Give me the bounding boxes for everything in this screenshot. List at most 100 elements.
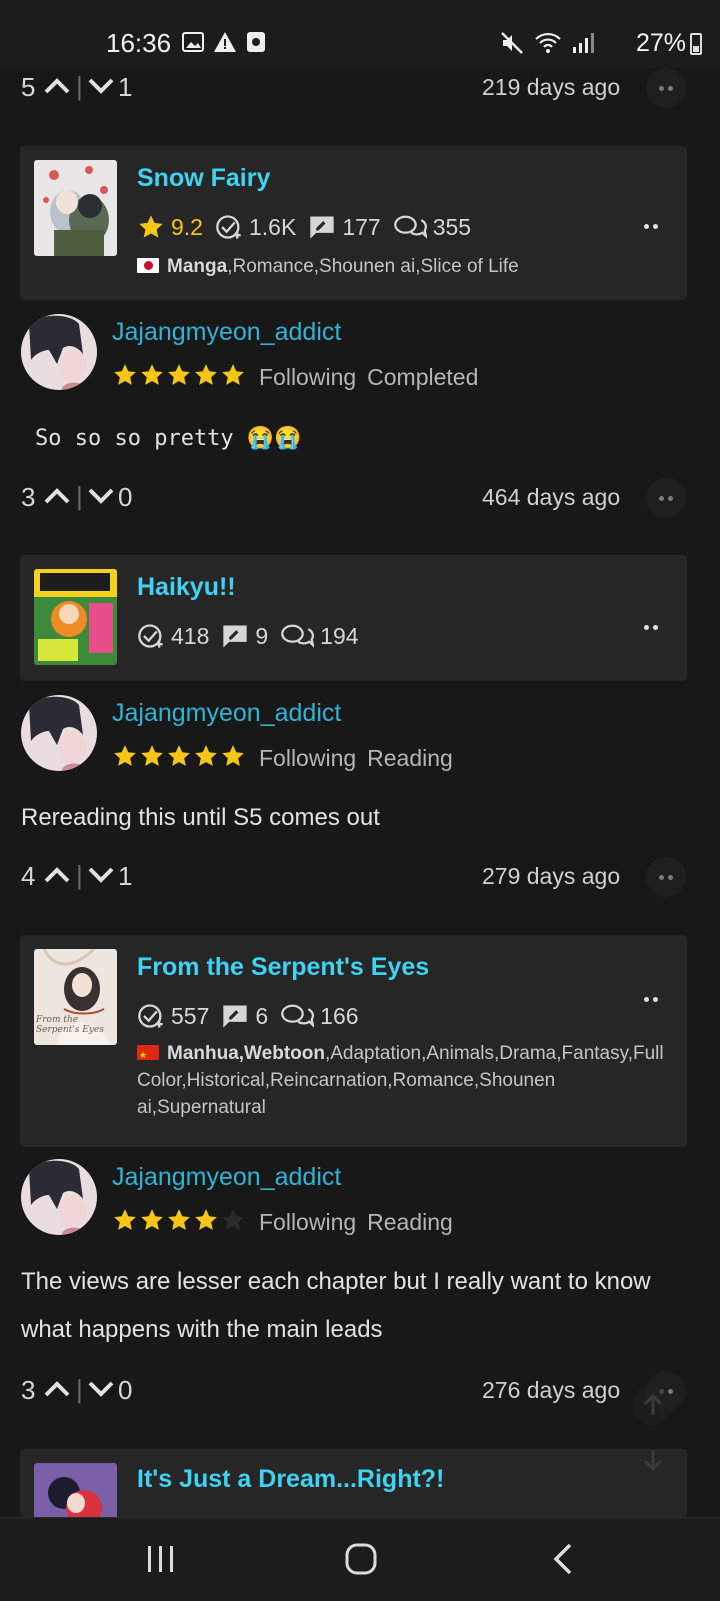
- comments-count: 166: [320, 1002, 359, 1029]
- vote-separator: |: [76, 860, 83, 890]
- read-status: Completed: [367, 364, 479, 390]
- china-flag-icon: [137, 1042, 159, 1069]
- vote-separator: |: [76, 71, 83, 101]
- follows-icon: [138, 1004, 163, 1028]
- follow-status: Following: [259, 1209, 357, 1235]
- gallery-icon: [182, 32, 204, 52]
- series-more-button[interactable]: [631, 607, 671, 647]
- status-bar: 16:36 27%: [0, 0, 720, 68]
- rating-star-icon: [139, 215, 163, 238]
- mute-icon: [501, 32, 523, 54]
- star-filled-icon: [195, 1209, 217, 1230]
- star-filled-icon: [114, 364, 136, 385]
- downvote-icon[interactable]: [87, 1377, 115, 1401]
- clock: 16:36: [106, 28, 172, 58]
- series-card[interactable]: From the Serpent's Eyes From the Serpent…: [20, 935, 687, 1147]
- upvote-icon[interactable]: [43, 484, 71, 508]
- comments-icon: [393, 215, 427, 239]
- user-rating: [112, 362, 246, 388]
- follows-icon: [216, 215, 241, 239]
- scroll-down-icon[interactable]: [633, 1440, 673, 1480]
- upvote-count: 5: [21, 72, 36, 102]
- reviews-count: 6: [255, 1002, 269, 1029]
- follows-count: 418: [171, 622, 210, 649]
- avatar[interactable]: [21, 695, 97, 771]
- downvote-icon[interactable]: [87, 74, 115, 98]
- reviews-count: 177: [342, 213, 381, 240]
- downvote-count: 0: [118, 1375, 133, 1405]
- review-text: So so so pretty 😭😭: [35, 426, 302, 451]
- star-filled-icon: [168, 1209, 190, 1230]
- more-options-button[interactable]: [646, 857, 686, 897]
- follow-status: Following: [259, 745, 357, 771]
- warning-icon: [214, 32, 236, 52]
- series-title[interactable]: Snow Fairy: [137, 164, 270, 193]
- recent-apps-icon[interactable]: [146, 1542, 176, 1576]
- follow-status: Following: [259, 364, 357, 390]
- upvote-icon[interactable]: [43, 1377, 71, 1401]
- vote-separator: |: [76, 481, 83, 511]
- time-ago: 219 days ago: [482, 74, 621, 100]
- star-filled-icon: [114, 1209, 136, 1230]
- time-ago: 276 days ago: [482, 1377, 621, 1403]
- comments-icon: [281, 624, 315, 648]
- series-cover[interactable]: From the Serpent's Eyes: [34, 949, 117, 1045]
- series-tags: Manga,Romance,Shounen ai,Slice of Life: [137, 253, 677, 280]
- signal-icon: [573, 33, 594, 53]
- user-rating: [112, 1207, 246, 1233]
- series-card[interactable]: It's Just a Dream...Right?!: [20, 1449, 687, 1517]
- home-icon[interactable]: [344, 1542, 378, 1576]
- battery-icon: [690, 33, 702, 55]
- review-header: Jajangmyeon_addict Following Reading: [21, 695, 701, 775]
- series-title[interactable]: From the Serpent's Eyes: [137, 953, 429, 982]
- reviews-icon: [310, 216, 334, 239]
- series-card[interactable]: Haikyu!! 418 9 194: [20, 555, 687, 681]
- more-options-button[interactable]: [646, 478, 686, 518]
- vote-row: 3 | 0 276 days ago: [21, 1371, 701, 1411]
- star-filled-icon: [195, 364, 217, 385]
- review-username[interactable]: Jajangmyeon_addict: [112, 699, 341, 728]
- series-format: Manga: [167, 256, 228, 277]
- series-more-button[interactable]: [631, 206, 671, 246]
- downvote-icon[interactable]: [87, 863, 115, 887]
- time-ago: 279 days ago: [482, 863, 621, 889]
- upvote-count: 4: [21, 861, 36, 891]
- series-stats: 9.2 1.6K 177 355: [137, 213, 483, 241]
- star-filled-icon: [222, 745, 244, 766]
- read-status: Reading: [367, 745, 453, 771]
- series-title[interactable]: Haikyu!!: [137, 573, 236, 602]
- comments-count: 194: [320, 622, 359, 649]
- review-header: Jajangmyeon_addict Following Reading: [21, 1159, 701, 1239]
- downvote-icon[interactable]: [87, 484, 115, 508]
- review-username[interactable]: Jajangmyeon_addict: [112, 1163, 341, 1192]
- reading-status: Following Completed: [259, 364, 489, 391]
- avatar[interactable]: [21, 314, 97, 390]
- series-card[interactable]: Snow Fairy 9.2 1.6K 177 355 Manga,Romanc…: [20, 146, 687, 300]
- series-cover[interactable]: [34, 160, 117, 256]
- comments-count: 355: [432, 213, 472, 240]
- upvote-icon[interactable]: [43, 74, 71, 98]
- series-format: Manhua,Webtoon: [167, 1043, 325, 1064]
- user-rating: [112, 743, 246, 769]
- vote-row: 4 | 1 279 days ago: [21, 857, 701, 897]
- review-text: The views are lesser each chapter but I …: [21, 1268, 651, 1343]
- downvote-count: 1: [118, 861, 133, 891]
- upvote-icon[interactable]: [43, 863, 71, 887]
- reading-status: Following Reading: [259, 1209, 464, 1236]
- vote-row: 5 | 1 219 days ago: [21, 68, 701, 108]
- series-title[interactable]: It's Just a Dream...Right?!: [137, 1465, 444, 1494]
- series-cover[interactable]: [34, 569, 117, 665]
- series-stats: 557 6 166: [137, 1002, 371, 1030]
- series-tags: Manhua,Webtoon,Adaptation,Animals,Drama,…: [137, 1040, 677, 1121]
- more-options-button[interactable]: [646, 68, 686, 108]
- star-filled-icon: [222, 364, 244, 385]
- follows-count: 557: [171, 1002, 210, 1029]
- series-more-button[interactable]: [631, 979, 671, 1019]
- review-username[interactable]: Jajangmyeon_addict: [112, 318, 341, 347]
- back-icon[interactable]: [552, 1542, 574, 1576]
- vote-row: 3 | 0 464 days ago: [21, 478, 701, 518]
- series-genres: ,Romance,Shounen ai,Slice of Life: [227, 256, 519, 277]
- scroll-up-icon[interactable]: [633, 1385, 673, 1425]
- avatar[interactable]: [21, 1159, 97, 1235]
- series-cover[interactable]: [34, 1463, 117, 1517]
